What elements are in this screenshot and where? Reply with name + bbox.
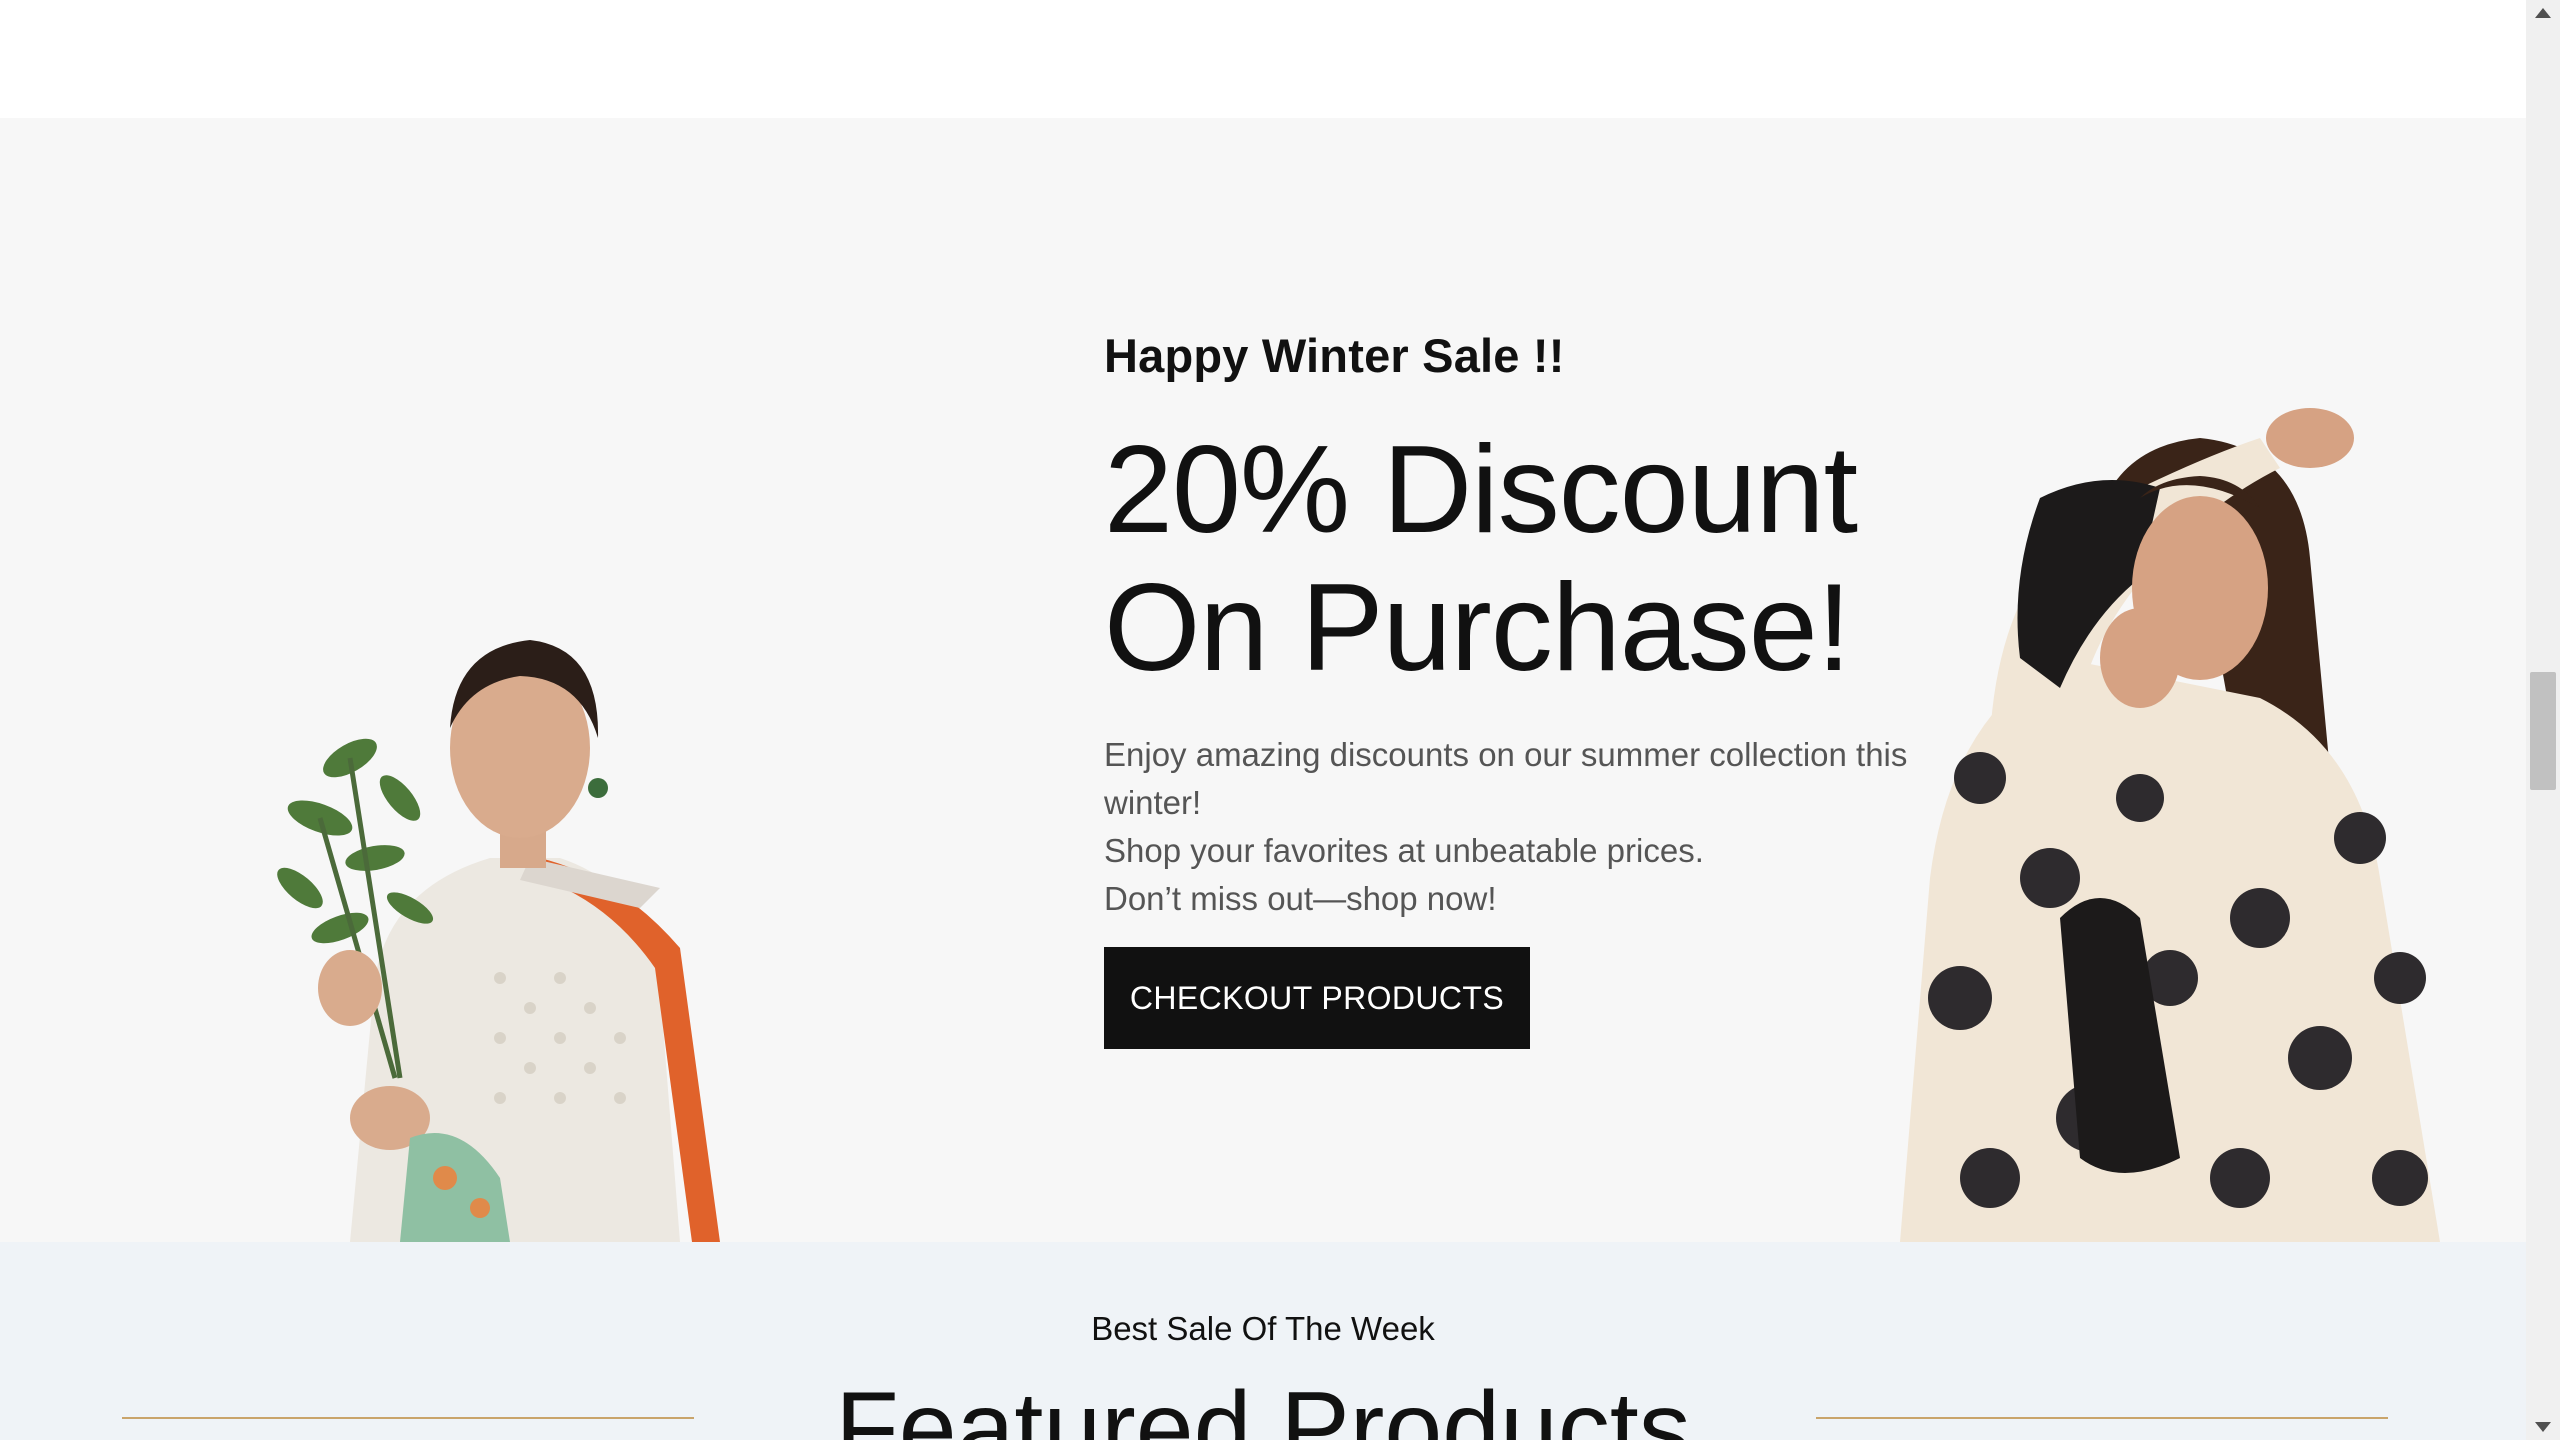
scroll-up-arrow-icon[interactable]: [2526, 0, 2560, 26]
featured-title: Featured Products: [835, 1371, 1691, 1440]
winter-sale-banner: Happy Winter Sale !! 20% Discount On Pur…: [0, 118, 2526, 1242]
checkout-products-button[interactable]: CHECKOUT PRODUCTS: [1104, 947, 1530, 1049]
scrollbar-thumb[interactable]: [2530, 672, 2556, 790]
model-left-image: [277, 640, 720, 1242]
model-right-image: [1900, 408, 2440, 1242]
scroll-down-arrow-icon[interactable]: [2526, 1414, 2560, 1440]
page-top-area: [0, 0, 2526, 118]
featured-products-section: Best Sale Of The Week Featured Products: [0, 1242, 2526, 1440]
featured-subtitle: Best Sale Of The Week: [1091, 1310, 1435, 1347]
page-scrollbar[interactable]: [2526, 0, 2560, 1440]
